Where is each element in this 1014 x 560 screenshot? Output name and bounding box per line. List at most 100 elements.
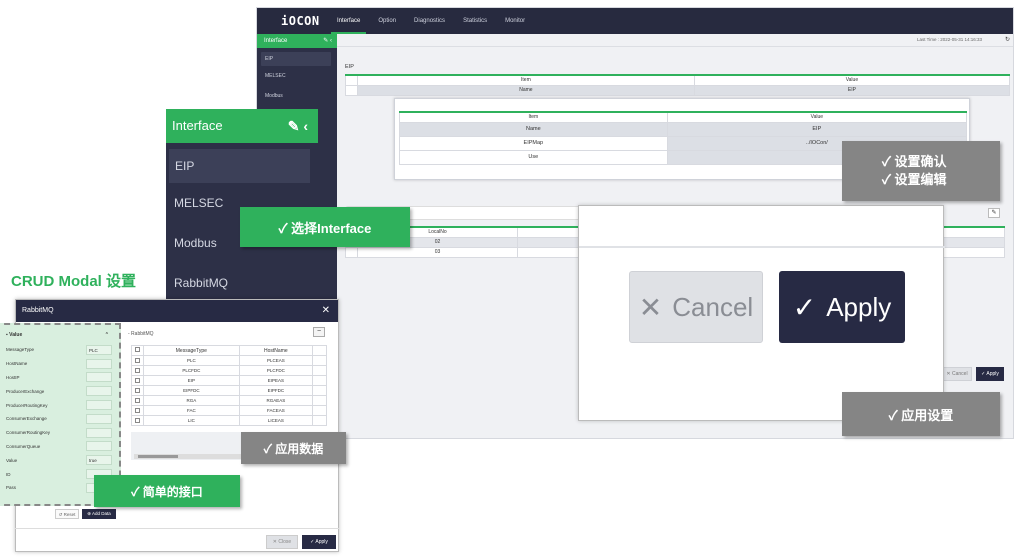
- field-input[interactable]: [86, 427, 112, 438]
- small-apply-button[interactable]: ✓ Apply: [976, 367, 1004, 381]
- value-header: ▪ Value ⌃: [6, 332, 109, 338]
- edit-icon[interactable]: ✎: [988, 208, 1000, 218]
- button-zoom: ✕ Cancel ✓ Apply: [578, 205, 945, 421]
- apply-button[interactable]: ✓ Apply: [779, 271, 905, 343]
- field-label: MessageType: [6, 347, 35, 353]
- form-row: ConsumerExchange: [0, 412, 119, 426]
- field-input[interactable]: [86, 372, 112, 383]
- table-cell: EIP: [693, 84, 1011, 96]
- sidebar-item-melsec[interactable]: MELSEC: [257, 66, 337, 86]
- table-row[interactable]: PLCFDC PLCFDC: [131, 365, 327, 376]
- column-header: Item: [357, 74, 695, 86]
- rabbitmq-table: MessageType HostName PLC PLCEAS PLCFDC PLCFD…: [131, 345, 327, 426]
- refresh-icon[interactable]: ↻: [1005, 36, 1010, 43]
- select-all-checkbox[interactable]: [135, 347, 140, 352]
- table-cell: FAC: [143, 405, 240, 416]
- callout-simple-interface: ✓ 简单的接口: [94, 475, 240, 507]
- table-cell: EIPMap: [399, 135, 668, 151]
- nav-tab-statistics[interactable]: Statistics: [463, 8, 487, 34]
- field-input[interactable]: [86, 386, 112, 397]
- field-label: Value: [6, 457, 18, 463]
- table-row[interactable]: LIC LICEAS: [131, 415, 327, 426]
- table-cell: LIC: [143, 415, 240, 426]
- close-icon: ✕: [638, 291, 663, 323]
- table-cell[interactable]: EIP: [666, 121, 968, 137]
- table-cell: PLCFDC: [238, 365, 314, 376]
- form-row: ConsumerQueue: [0, 440, 119, 454]
- crud-title: CRUD Modal 设置: [11, 273, 136, 290]
- pin-icon[interactable]: ✎ ‹: [288, 109, 308, 143]
- table-cell: RGA: [143, 395, 240, 406]
- table-row[interactable]: PLC PLCEAS: [131, 355, 327, 366]
- modal-title: RabbitMQ: [22, 307, 54, 314]
- cancel-button[interactable]: ✕ Cancel: [629, 271, 763, 343]
- form-row: Value true: [0, 453, 119, 467]
- callout-apply-settings: ✓ 应用设置: [842, 392, 1000, 436]
- row-checkbox[interactable]: [135, 387, 140, 393]
- panel-title: Interface: [172, 118, 223, 133]
- reset-button[interactable]: ↺ Reset: [55, 509, 79, 519]
- close-button[interactable]: ✕ Close: [266, 535, 298, 549]
- column-header: Item: [399, 111, 668, 123]
- add-data-button[interactable]: ⊕ Add Data: [82, 509, 116, 519]
- app-logo: iOCON: [281, 14, 320, 28]
- column-header: Value: [666, 111, 968, 123]
- row-checkbox[interactable]: [135, 377, 140, 383]
- field-input[interactable]: [86, 400, 112, 411]
- callout-apply-data: ✓ 应用数据: [241, 432, 346, 464]
- table-row[interactable]: EIPFDC EIPFDC: [131, 385, 327, 396]
- table-cell: Name: [357, 84, 695, 96]
- nav-tab-interface[interactable]: Interface: [331, 8, 367, 34]
- field-input[interactable]: [86, 441, 112, 452]
- panel-item-rabbitmq[interactable]: RabbitMQ: [166, 263, 318, 299]
- callout-confirm: ✓ 设置确认 ✓ 设置编辑: [842, 141, 1000, 201]
- row-checkbox[interactable]: [135, 357, 140, 363]
- table-row[interactable]: RGA RGAEAS: [131, 395, 327, 406]
- last-time-label: Last Time : 2022-05-31 14:16:33: [917, 37, 983, 42]
- close-icon[interactable]: ✕: [322, 300, 330, 322]
- sidebar-header: Interface ✎ ‹: [257, 34, 337, 48]
- field-label: ConsumerExchange: [6, 416, 47, 422]
- row-checkbox[interactable]: [135, 397, 140, 403]
- column-header: MessageType: [143, 345, 240, 356]
- table-row[interactable]: EIP EIPEAS: [131, 375, 327, 386]
- scrollbar-thumb[interactable]: [138, 455, 178, 458]
- table-row[interactable]: FAC FACEAS: [131, 405, 327, 416]
- table-cell: EIPFDC: [238, 385, 314, 396]
- sidebar-item-modbus[interactable]: Modbus: [257, 86, 337, 106]
- table-cell: Use: [399, 149, 668, 165]
- modal-apply-button[interactable]: ✓ Apply: [302, 535, 336, 549]
- nav-tab-monitor[interactable]: Monitor: [505, 8, 525, 34]
- nav-tab-diagnostics[interactable]: Diagnostics: [414, 8, 445, 34]
- column-header: HostName: [238, 345, 314, 356]
- field-input[interactable]: [86, 413, 112, 424]
- panel-item-eip[interactable]: EIP: [169, 149, 310, 183]
- small-cancel-button[interactable]: ✕ Cancel: [942, 367, 972, 381]
- sidebar-item-eip[interactable]: EIP: [261, 52, 331, 66]
- field-input[interactable]: true: [86, 455, 112, 466]
- collapse-button[interactable]: −: [313, 327, 325, 337]
- field-input[interactable]: PLC: [86, 344, 112, 355]
- callout-select-interface: ✓ 选择Interface: [240, 207, 410, 247]
- row-checkbox[interactable]: [135, 417, 140, 423]
- form-row: ProducerRoutingKey: [0, 398, 119, 412]
- table-cell: PLCFDC: [143, 365, 240, 376]
- pin-icon[interactable]: ✎ ‹: [323, 34, 332, 48]
- field-input[interactable]: [86, 358, 112, 369]
- form-row: ConsumerRoutingKey: [0, 426, 119, 440]
- panel-header: Interface ✎ ‹: [166, 109, 318, 143]
- nav-tab-option[interactable]: Option: [378, 8, 396, 34]
- table-cell: EIPEAS: [238, 375, 314, 386]
- table-cell: EIP: [143, 375, 240, 386]
- field-label: ConsumerQueue: [6, 443, 41, 449]
- table-cell: PLCEAS: [238, 355, 314, 366]
- row-checkbox[interactable]: [135, 367, 140, 373]
- field-label: ProducerExchange: [6, 388, 45, 394]
- column-header: Value: [693, 74, 1011, 86]
- table-cell: FACEAS: [238, 405, 314, 416]
- table-cell: Name: [399, 121, 668, 137]
- interface-panel-zoom: Interface ✎ ‹ EIP MELSEC Modbus RabbitMQ: [166, 109, 318, 299]
- row-checkbox[interactable]: [135, 407, 140, 413]
- modal-header: RabbitMQ ✕: [16, 300, 338, 322]
- field-label: ProducerRoutingKey: [6, 402, 48, 408]
